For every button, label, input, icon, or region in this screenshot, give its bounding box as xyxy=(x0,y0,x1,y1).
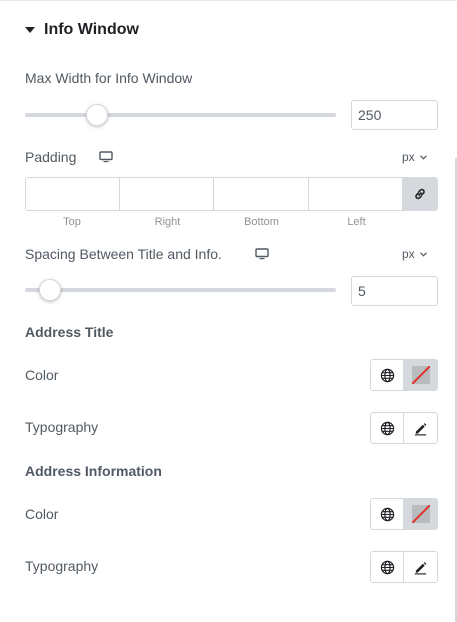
padding-left-input[interactable] xyxy=(308,178,404,210)
padding-bottom-label: Bottom xyxy=(244,216,279,228)
spacing-slider-handle[interactable] xyxy=(39,279,62,301)
max-width-input[interactable]: 250 xyxy=(351,100,438,130)
address-title-color-label: Color xyxy=(25,367,59,383)
globe-icon xyxy=(380,560,394,574)
edit-typography-button[interactable] xyxy=(404,413,437,443)
color-picker-button[interactable] xyxy=(404,499,437,529)
spacing-unit-select[interactable]: px xyxy=(402,247,427,261)
global-fonts-button[interactable] xyxy=(371,552,405,582)
globe-icon xyxy=(380,368,394,382)
link-values-button[interactable] xyxy=(403,178,437,210)
padding-unit-value: px xyxy=(402,150,415,164)
global-fonts-button[interactable] xyxy=(371,413,405,443)
address-info-color-label: Color xyxy=(25,506,59,522)
padding-right-label: Right xyxy=(154,216,181,228)
spacing-unit-value: px xyxy=(402,247,415,261)
chevron-down-icon xyxy=(419,154,427,160)
pencil-icon xyxy=(414,422,427,435)
spacing-input[interactable]: 5 xyxy=(351,276,438,306)
padding-bottom-input[interactable] xyxy=(214,178,309,210)
link-icon xyxy=(415,188,425,200)
padding-label: Padding xyxy=(25,149,77,165)
settings-panel: Info Window Max Width for Info Window 25… xyxy=(0,0,457,622)
address-info-typography-label: Typography xyxy=(25,558,99,574)
address-info-typography-control xyxy=(370,551,438,583)
address-title-heading: Address Title xyxy=(25,324,114,340)
max-width-slider-track[interactable] xyxy=(25,113,336,117)
global-colors-button[interactable] xyxy=(371,360,405,390)
address-info-color-control xyxy=(370,498,438,530)
caret-down-icon xyxy=(25,27,35,33)
max-width-slider-handle[interactable] xyxy=(85,104,108,126)
address-title-typography-control xyxy=(370,412,438,444)
spacing-slider-track[interactable] xyxy=(25,288,336,292)
no-color-swatch xyxy=(411,366,430,384)
address-info-heading: Address Information xyxy=(25,463,162,479)
info-window-section-toggle[interactable]: Info Window xyxy=(25,20,139,40)
padding-top-input[interactable] xyxy=(26,178,120,210)
globe-icon xyxy=(380,421,394,435)
padding-dimensions xyxy=(25,177,438,211)
spacing-label: Spacing Between Title and Info. xyxy=(25,246,222,262)
global-colors-button[interactable] xyxy=(371,499,405,529)
panel-top-divider xyxy=(0,0,457,1)
pencil-icon xyxy=(414,561,427,574)
section-title: Info Window xyxy=(44,21,139,38)
padding-right-input[interactable] xyxy=(119,178,215,210)
desktop-icon[interactable] xyxy=(99,151,113,163)
edit-typography-button[interactable] xyxy=(404,552,437,582)
no-color-swatch xyxy=(411,505,430,523)
padding-left-label: Left xyxy=(347,216,366,228)
globe-icon xyxy=(380,507,394,521)
padding-top-label: Top xyxy=(63,216,81,228)
color-picker-button[interactable] xyxy=(404,360,437,390)
desktop-icon[interactable] xyxy=(255,248,269,260)
address-title-color-control xyxy=(370,359,438,391)
chevron-down-icon xyxy=(419,251,427,257)
address-title-typography-label: Typography xyxy=(25,419,99,435)
padding-unit-select[interactable]: px xyxy=(402,150,427,164)
max-width-label: Max Width for Info Window xyxy=(25,70,193,86)
